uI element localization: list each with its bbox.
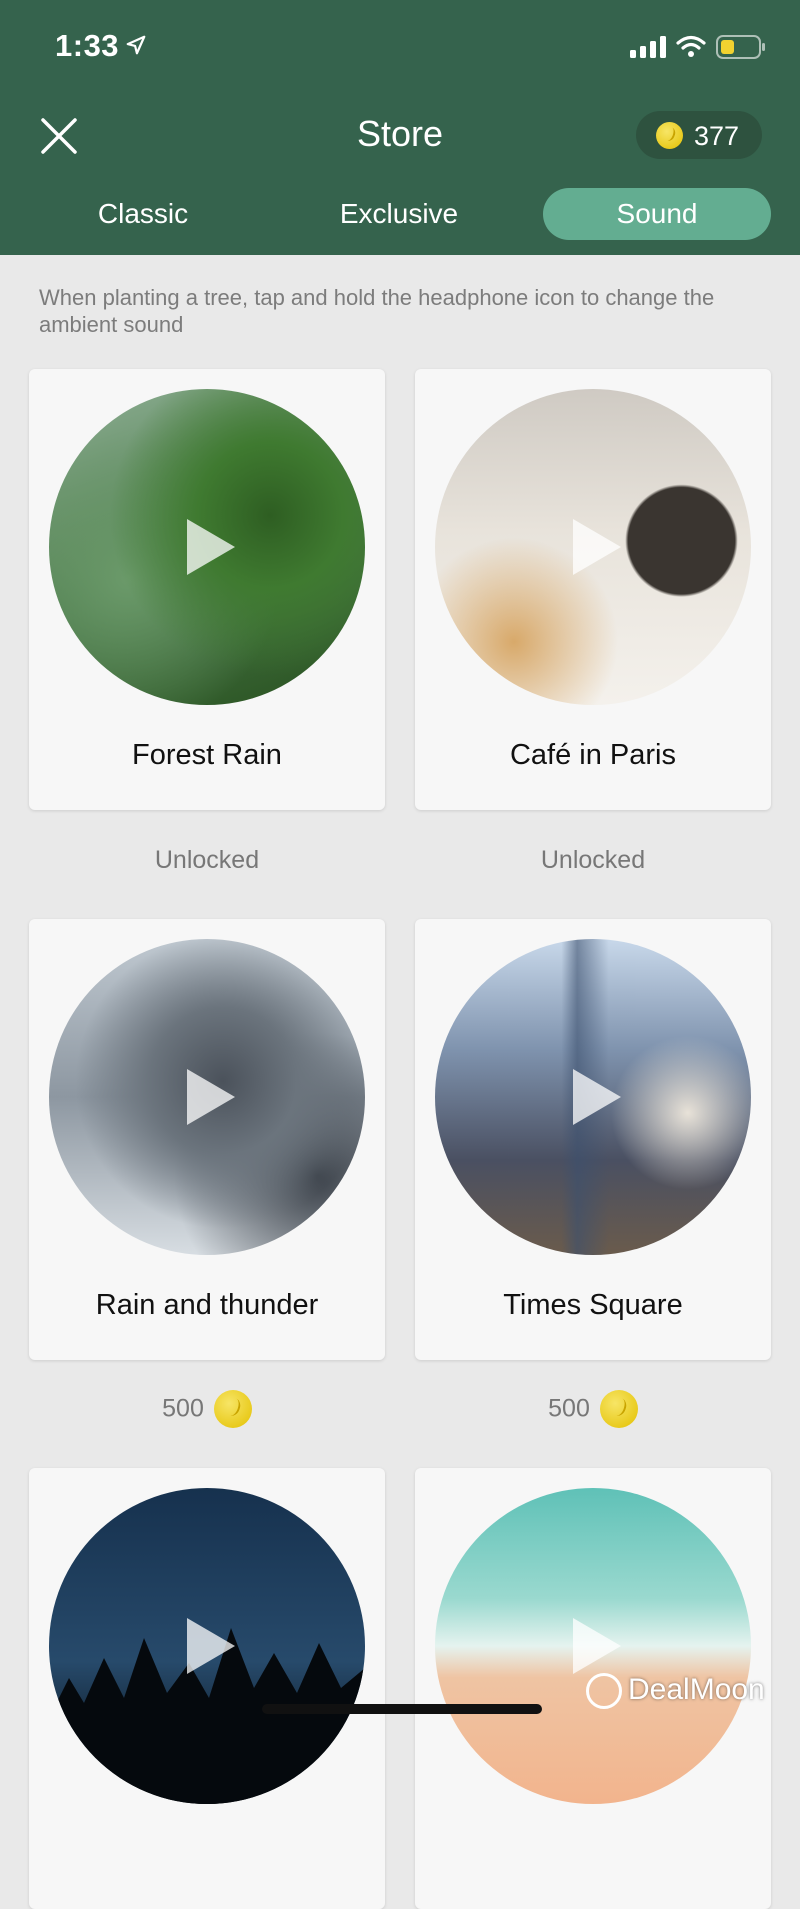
sound-name: Rain and thunder bbox=[95, 1289, 319, 1321]
tab-exclusive[interactable]: Exclusive bbox=[286, 188, 512, 240]
play-icon bbox=[573, 1069, 621, 1125]
play-icon bbox=[187, 1618, 235, 1674]
play-button[interactable] bbox=[435, 1488, 751, 1804]
home-indicator[interactable] bbox=[262, 1704, 542, 1714]
play-icon bbox=[187, 519, 235, 575]
play-button[interactable] bbox=[435, 389, 751, 705]
cellular-signal-icon bbox=[630, 36, 666, 58]
location-arrow-icon bbox=[126, 35, 146, 55]
play-icon bbox=[573, 519, 621, 575]
tab-sound[interactable]: Sound bbox=[543, 188, 771, 240]
sound-name: Times Square bbox=[503, 1289, 683, 1321]
sound-card-night-forest[interactable] bbox=[29, 1468, 385, 1909]
sound-status: Unlocked bbox=[540, 846, 646, 874]
watermark: DealMoon bbox=[586, 1673, 765, 1710]
play-icon bbox=[573, 1618, 621, 1674]
play-button[interactable] bbox=[49, 389, 365, 705]
sound-name: Forest Rain bbox=[132, 739, 282, 771]
coin-icon bbox=[599, 1390, 638, 1428]
play-button[interactable] bbox=[435, 939, 751, 1255]
watermark-logo-icon bbox=[586, 1673, 622, 1710]
header: 1:33 Store 377 Classic Exclusive Sound bbox=[0, 0, 800, 255]
play-button[interactable] bbox=[49, 1488, 365, 1804]
status-bar: 1:33 bbox=[0, 0, 800, 95]
battery-low-icon bbox=[716, 35, 765, 59]
hint-text: When planting a tree, tap and hold the h… bbox=[39, 285, 715, 337]
coin-balance-value: 377 bbox=[694, 121, 740, 151]
sound-card-forest-rain[interactable]: Forest Rain bbox=[29, 369, 385, 810]
status-time: 1:33 bbox=[55, 28, 120, 63]
coin-icon bbox=[213, 1390, 252, 1428]
price-value: 500 bbox=[548, 1394, 590, 1423]
sound-name: Café in Paris bbox=[509, 739, 676, 771]
tab-classic[interactable]: Classic bbox=[30, 188, 256, 240]
sound-card-rain-and-thunder[interactable]: Rain and thunder bbox=[29, 919, 385, 1360]
wifi-icon bbox=[676, 35, 706, 57]
price-value: 500 bbox=[162, 1394, 204, 1423]
coin-icon bbox=[656, 122, 683, 149]
sound-card-times-square[interactable]: Times Square bbox=[415, 919, 771, 1360]
coin-balance[interactable]: 377 bbox=[636, 111, 762, 159]
play-icon bbox=[187, 1069, 235, 1125]
sound-price[interactable]: 500 bbox=[29, 1390, 385, 1428]
watermark-text: DealMoon bbox=[628, 1673, 765, 1706]
play-button[interactable] bbox=[49, 939, 365, 1255]
sound-price[interactable]: 500 bbox=[415, 1390, 771, 1428]
tab-bar: Classic Exclusive Sound bbox=[0, 188, 800, 243]
sound-card-cafe-in-paris[interactable]: Café in Paris bbox=[415, 369, 771, 810]
sound-status: Unlocked bbox=[154, 846, 260, 874]
